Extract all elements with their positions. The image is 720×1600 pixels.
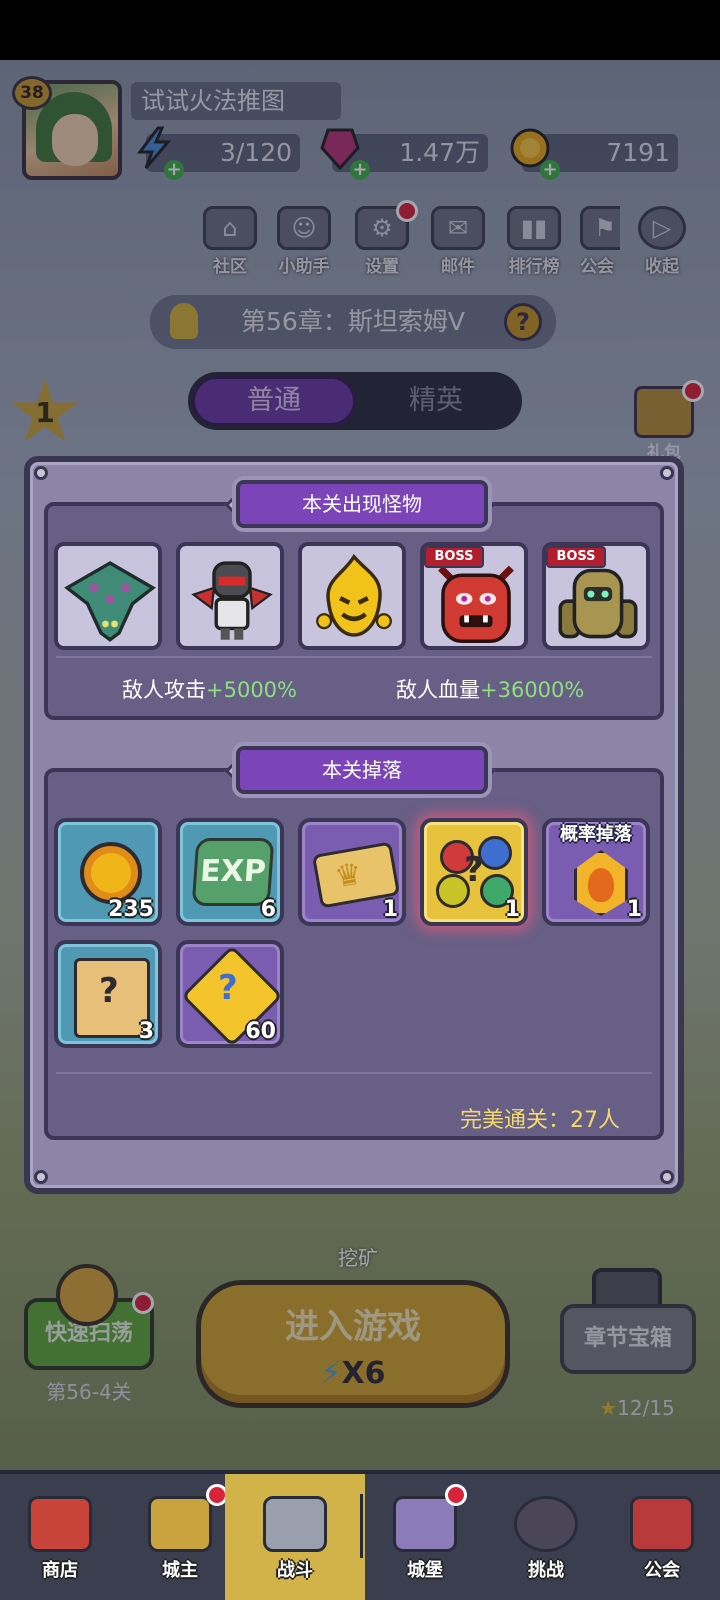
notification-dot — [445, 1484, 467, 1506]
drop-slot-mystery-puzzle[interactable]: ? 60 — [176, 940, 284, 1048]
monster-slot[interactable]: BOSS — [542, 542, 650, 650]
nav-shop[interactable]: 商店 — [0, 1474, 120, 1600]
armored-skeleton-monster — [191, 561, 273, 640]
drop-slot-gold-coin[interactable]: 235 — [54, 818, 162, 926]
gold-coin-icon — [80, 842, 142, 904]
nav-castle[interactable]: 城堡 — [365, 1474, 485, 1600]
nav-guild[interactable]: 公会 — [604, 1474, 720, 1600]
castle-icon — [393, 1496, 457, 1552]
monsters-section-title: 本关出现怪物 — [236, 480, 488, 528]
probability-drop-tag: 概率掉落 — [560, 824, 632, 845]
boss-tag: BOSS — [424, 546, 484, 568]
perfect-clear-count: 完美通关：27人 — [460, 1108, 620, 1133]
question-mark-icon: ? — [218, 968, 238, 1008]
status-bar — [0, 0, 720, 60]
monster-slot[interactable] — [176, 542, 284, 650]
exp-crystal-icon: EXP — [191, 838, 275, 906]
demon-mask-icon — [514, 1496, 578, 1552]
nav-lord[interactable]: 城主 — [120, 1474, 240, 1600]
monsters-section: BOSS BOSS 敌人攻击+5000% 敌人血量+36000% — [44, 502, 664, 720]
question-mark-icon: ? — [464, 850, 484, 890]
manta-monster — [64, 561, 156, 642]
shop-icon — [28, 1496, 92, 1552]
drop-slot-random-gems[interactable]: ? 1 — [420, 818, 528, 926]
flame-spirit-monster — [316, 553, 392, 637]
boss-tag: BOSS — [546, 546, 606, 568]
drop-slot-ticket[interactable]: 1 — [298, 818, 406, 926]
crown-icon — [148, 1496, 212, 1552]
drop-slot-mystery-scroll[interactable]: ? 3 — [54, 940, 162, 1048]
drops-section-title: 本关掉落 — [236, 746, 488, 794]
drop-slot-exp[interactable]: EXP 6 — [176, 818, 284, 926]
nav-battle[interactable]: 战斗 — [225, 1474, 365, 1600]
guild-banner-icon — [630, 1496, 694, 1552]
monster-slot[interactable] — [54, 542, 162, 650]
enemy-hp-stat: 敌人血量+36000% — [396, 678, 585, 702]
enemy-attack-stat: 敌人攻击+5000% — [122, 678, 297, 702]
nav-challenge[interactable]: 挑战 — [486, 1474, 606, 1600]
monster-slot[interactable]: BOSS — [420, 542, 528, 650]
monster-slot[interactable] — [298, 542, 406, 650]
crossed-swords-icon — [263, 1496, 327, 1552]
